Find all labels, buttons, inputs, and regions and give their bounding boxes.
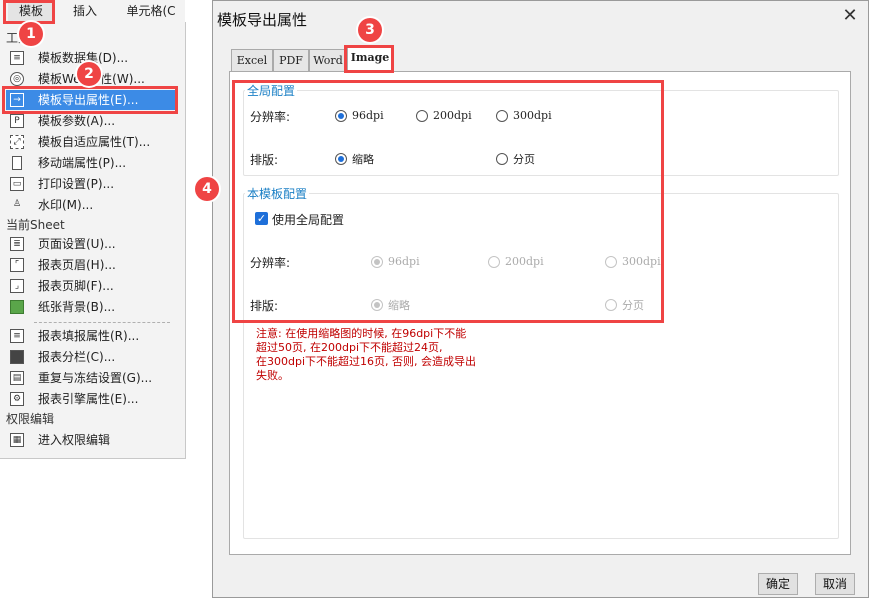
permission-icon: ▦ (10, 433, 24, 447)
watermark-icon: ♙ (12, 199, 22, 209)
menu-item-adaptive[interactable]: ⤢ 模板自适应属性(T)... (6, 132, 178, 152)
cancel-button[interactable]: 取消 (815, 573, 855, 595)
header-icon: ⌜ (10, 258, 24, 272)
menu-item-print[interactable]: ▭ 打印设置(P)... (6, 174, 178, 194)
tab-excel[interactable]: Excel (231, 49, 273, 71)
group-label-current-sheet: 当前Sheet (6, 218, 65, 232)
step-badge-2: 2 (77, 62, 101, 86)
menu-item-fill-attr[interactable]: ≡ 报表填报属性(R)... (6, 326, 178, 346)
menu-item-page-setup[interactable]: ≣ 页面设置(U)... (6, 234, 178, 254)
highlight-export-item (2, 86, 178, 114)
database-icon: ≡ (10, 51, 24, 65)
dialog-title: 模板导出属性 (217, 11, 308, 29)
menu-item-parameter[interactable]: P 模板参数(A)... (6, 111, 178, 131)
printer-icon: ▭ (10, 177, 24, 191)
page-setup-icon: ≣ (10, 237, 24, 251)
globe-icon: ◎ (10, 72, 24, 86)
close-icon[interactable]: ✕ (839, 5, 861, 27)
step-badge-1: 1 (19, 22, 43, 46)
parameter-icon: P (10, 114, 24, 128)
ok-button[interactable]: 确定 (758, 573, 798, 595)
menu-item-watermark[interactable]: ♙ 水印(M)... (6, 195, 178, 215)
freeze-icon: ▤ (10, 371, 24, 385)
engine-icon: ⚙ (10, 392, 24, 406)
note-line-2: 超过50页, 在200dpi下不能超过24页, (256, 341, 443, 354)
highlight-image-tab (344, 45, 394, 73)
menu-separator (34, 322, 170, 323)
columns-icon (10, 350, 24, 364)
menu-item-background[interactable]: 纸张背景(B)... (6, 297, 178, 317)
background-icon (10, 300, 24, 314)
highlight-template-tab (3, 0, 55, 24)
menu-item-freeze[interactable]: ▤ 重复与冻结设置(G)... (6, 368, 178, 388)
note-line-3: 在300dpi下不能超过16页, 否则, 会造成导出 (256, 355, 476, 368)
step-badge-3: 3 (358, 18, 382, 42)
adaptive-icon: ⤢ (10, 135, 24, 149)
menu-item-header[interactable]: ⌜ 报表页眉(H)... (6, 255, 178, 275)
menu-item-columns[interactable]: 报表分栏(C)... (6, 347, 178, 367)
menu-tab-insert[interactable]: 插入 (64, 0, 106, 22)
note-line-4: 失败。 (256, 369, 289, 382)
footer-icon: ⌟ (10, 279, 24, 293)
menu-item-footer[interactable]: ⌟ 报表页脚(F)... (6, 276, 178, 296)
note-line-1: 注意: 在使用缩略图的时候, 在96dpi下不能 (256, 327, 467, 340)
menu-item-mobile[interactable]: 移动端属性(P)... (6, 153, 178, 173)
menu-item-permission-edit[interactable]: ▦ 进入权限编辑 (6, 430, 178, 450)
highlight-config-area (232, 80, 664, 323)
menu-item-engine[interactable]: ⚙ 报表引擎属性(E)... (6, 389, 178, 409)
mobile-icon (12, 156, 22, 170)
step-badge-4: 4 (195, 177, 219, 201)
group-label-permission: 权限编辑 (6, 412, 55, 426)
tab-word[interactable]: Word (309, 49, 347, 71)
menu-tab-cell[interactable]: 单元格(C (118, 0, 184, 22)
tab-pdf[interactable]: PDF (273, 49, 309, 71)
fill-icon: ≡ (10, 329, 24, 343)
